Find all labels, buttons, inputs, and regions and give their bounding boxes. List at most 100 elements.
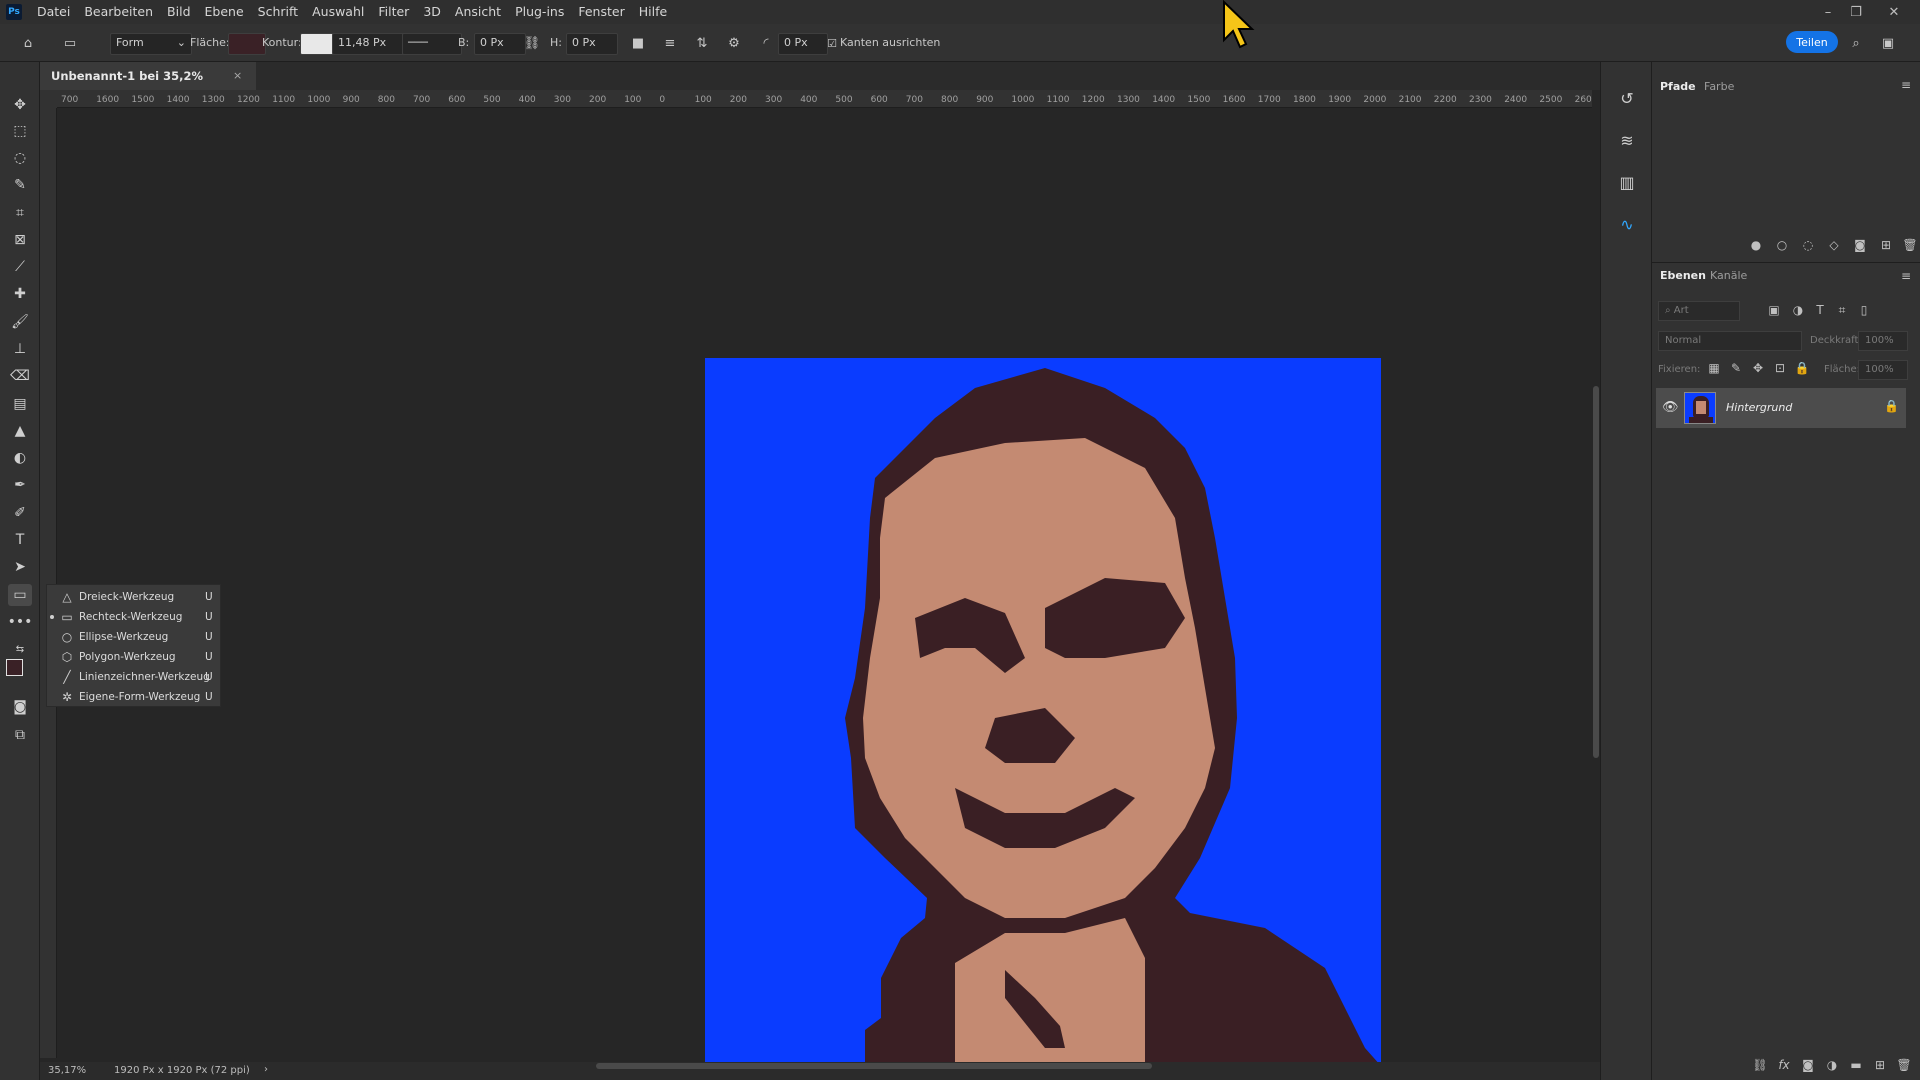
horizontal-scroll-thumb[interactable] bbox=[596, 1063, 1152, 1069]
stroke-width-input[interactable]: 11,48 Px bbox=[332, 33, 406, 55]
add-layer-mask-icon[interactable]: ◙ bbox=[1800, 1058, 1816, 1072]
menu-schrift[interactable]: Schrift bbox=[251, 0, 305, 24]
corner-radius-input[interactable]: 0 Px bbox=[778, 33, 828, 55]
add-mask-icon[interactable]: ◙ bbox=[1852, 238, 1868, 252]
filter-type-icon[interactable]: T bbox=[1812, 303, 1828, 317]
search-icon[interactable]: ⌕ bbox=[1846, 33, 1866, 53]
flyout-item[interactable]: ⬡ Polygon-Werkzeug U bbox=[47, 647, 222, 667]
crop-tool-icon[interactable]: ⌗ bbox=[8, 202, 32, 224]
menu-plugins[interactable]: Plug-ins bbox=[508, 0, 571, 24]
quick-select-tool-icon[interactable]: ✎ bbox=[8, 174, 32, 196]
make-path-icon[interactable]: ◇ bbox=[1826, 238, 1842, 252]
flyout-item[interactable]: ✲ Eigene-Form-Werkzeug U bbox=[47, 687, 222, 707]
restore-button[interactable]: ❐ bbox=[1842, 0, 1870, 24]
menu-ebene[interactable]: Ebene bbox=[198, 0, 251, 24]
link-icon[interactable]: ⛓ bbox=[522, 33, 542, 53]
close-window-button[interactable]: ✕ bbox=[1880, 0, 1908, 24]
layer-filter-search[interactable]: ⌕ Art bbox=[1658, 301, 1740, 321]
curvature-pen-tool-icon[interactable]: ✐ bbox=[8, 502, 32, 524]
new-layer-icon[interactable]: ⊞ bbox=[1872, 1058, 1888, 1072]
mode-select[interactable]: Form ⌄ bbox=[110, 33, 192, 55]
filter-smart-object-icon[interactable]: ▯ bbox=[1856, 303, 1872, 317]
flyout-item[interactable]: ▭ Rechteck-Werkzeug U bbox=[47, 607, 222, 627]
vertical-scrollbar[interactable] bbox=[1592, 108, 1600, 1058]
foreground-color-swatch[interactable] bbox=[6, 659, 23, 676]
move-tool-icon[interactable]: ✥ bbox=[8, 94, 32, 116]
flyout-item[interactable]: ╱ Linienzeichner-Werkzeug U bbox=[47, 667, 222, 687]
menu-3d[interactable]: 3D bbox=[416, 0, 448, 24]
status-arrow-icon[interactable]: › bbox=[264, 1064, 268, 1075]
stroke-type-select[interactable]: ─── bbox=[402, 33, 462, 55]
type-tool-icon[interactable]: T bbox=[8, 529, 32, 551]
stamp-tool-icon[interactable]: ⊥ bbox=[8, 338, 32, 360]
menu-filter[interactable]: Filter bbox=[371, 0, 416, 24]
lock-all-icon[interactable]: 🔒 bbox=[1794, 361, 1810, 375]
delete-layer-icon[interactable]: 🗑 bbox=[1896, 1058, 1912, 1072]
layers-stack-icon[interactable]: ≋ bbox=[1615, 128, 1639, 152]
filter-adjustment-icon[interactable]: ◑ bbox=[1790, 303, 1806, 317]
filter-pixel-icon[interactable]: ▣ bbox=[1766, 303, 1782, 317]
eye-icon[interactable]: 👁 bbox=[1662, 400, 1679, 415]
minimize-button[interactable]: – bbox=[1814, 0, 1842, 24]
flyout-item[interactable]: ○ Ellipse-Werkzeug U bbox=[47, 627, 222, 647]
zoom-level[interactable]: 35,17% bbox=[48, 1065, 86, 1076]
load-selection-icon[interactable]: ◌ bbox=[1800, 238, 1816, 252]
blend-mode-select[interactable]: Normal bbox=[1658, 331, 1802, 351]
path-alignment-icon[interactable]: ≡ bbox=[660, 33, 680, 53]
layer-name[interactable]: Hintergrund bbox=[1726, 401, 1792, 414]
eraser-tool-icon[interactable]: ⌫ bbox=[8, 365, 32, 387]
path-operations-icon[interactable]: ■ bbox=[628, 33, 648, 53]
adjustment-layer-icon[interactable]: ◑ bbox=[1824, 1058, 1840, 1072]
blur-tool-icon[interactable]: ▲ bbox=[8, 420, 32, 442]
filter-shape-icon[interactable]: ⌗ bbox=[1834, 303, 1850, 318]
menu-bearbeiten[interactable]: Bearbeiten bbox=[77, 0, 160, 24]
stroke-path-icon[interactable]: ○ bbox=[1774, 238, 1790, 252]
lock-position-icon[interactable]: ✥ bbox=[1750, 361, 1766, 375]
menu-ansicht[interactable]: Ansicht bbox=[448, 0, 508, 24]
close-tab-icon[interactable]: × bbox=[233, 62, 242, 90]
pixel-portrait-artwork[interactable] bbox=[705, 358, 1381, 1066]
share-button[interactable]: Teilen bbox=[1786, 31, 1838, 53]
menu-hilfe[interactable]: Hilfe bbox=[632, 0, 674, 24]
eyedropper-tool-icon[interactable]: ⟋ bbox=[8, 256, 32, 278]
tab-pfade[interactable]: Pfade bbox=[1660, 80, 1696, 93]
gear-icon[interactable]: ⚙ bbox=[724, 33, 744, 53]
lock-artboard-icon[interactable]: ⊡ bbox=[1772, 361, 1788, 375]
lasso-tool-icon[interactable]: ◌ bbox=[8, 147, 32, 169]
quick-mask-icon[interactable]: ◙ bbox=[8, 696, 32, 718]
canvas-area[interactable] bbox=[57, 108, 1592, 1066]
layer-effects-icon[interactable]: fx bbox=[1776, 1058, 1792, 1072]
lock-image-icon[interactable]: ✎ bbox=[1728, 361, 1744, 375]
tab-farbe[interactable]: Farbe bbox=[1704, 80, 1734, 93]
frame-tool-icon[interactable]: ⊠ bbox=[8, 229, 32, 251]
layer-row[interactable]: 👁 Hintergrund 🔒 bbox=[1656, 388, 1906, 428]
history-icon[interactable]: ↺ bbox=[1615, 86, 1639, 110]
tab-kanaele[interactable]: Kanäle bbox=[1710, 269, 1747, 282]
new-group-icon[interactable]: ▬ bbox=[1848, 1058, 1864, 1072]
workspace-icon[interactable]: ▣ bbox=[1878, 33, 1898, 53]
align-edges-checkbox[interactable]: ☑ bbox=[822, 33, 842, 53]
vertical-scroll-thumb[interactable] bbox=[1593, 386, 1599, 758]
tab-ebenen[interactable]: Ebenen bbox=[1660, 269, 1706, 282]
more-tools-icon[interactable]: ••• bbox=[8, 611, 33, 633]
width-input[interactable]: 0 Px bbox=[474, 33, 526, 55]
horizontal-scrollbar[interactable] bbox=[290, 1062, 1590, 1070]
swap-colors-icon[interactable]: ⇆ bbox=[8, 638, 32, 660]
height-input[interactable]: 0 Px bbox=[566, 33, 618, 55]
pen-tool-icon[interactable]: ✒ bbox=[8, 474, 32, 496]
layers-menu-icon[interactable]: ≡ bbox=[1898, 269, 1914, 283]
fill-opacity-input[interactable]: 100% bbox=[1858, 360, 1908, 380]
brush-tool-icon[interactable]: 🖌 bbox=[8, 311, 32, 333]
new-path-icon[interactable]: ⊞ bbox=[1878, 238, 1894, 252]
path-arrangement-icon[interactable]: ⇅ bbox=[692, 33, 712, 53]
screen-mode-icon[interactable]: ⧉ bbox=[8, 724, 32, 746]
gradient-tool-icon[interactable]: ▤ bbox=[8, 393, 32, 415]
libraries-icon[interactable]: ▥ bbox=[1615, 170, 1639, 194]
panel-menu-icon[interactable]: ≡ bbox=[1898, 78, 1914, 92]
lock-transparent-icon[interactable]: ▦ bbox=[1706, 361, 1722, 375]
menu-bild[interactable]: Bild bbox=[160, 0, 197, 24]
rectangle-tool-icon[interactable]: ▭ bbox=[8, 584, 32, 606]
menu-datei[interactable]: Datei bbox=[30, 0, 77, 24]
opacity-input[interactable]: 100% bbox=[1858, 331, 1908, 351]
fill-path-icon[interactable]: ● bbox=[1748, 238, 1764, 252]
